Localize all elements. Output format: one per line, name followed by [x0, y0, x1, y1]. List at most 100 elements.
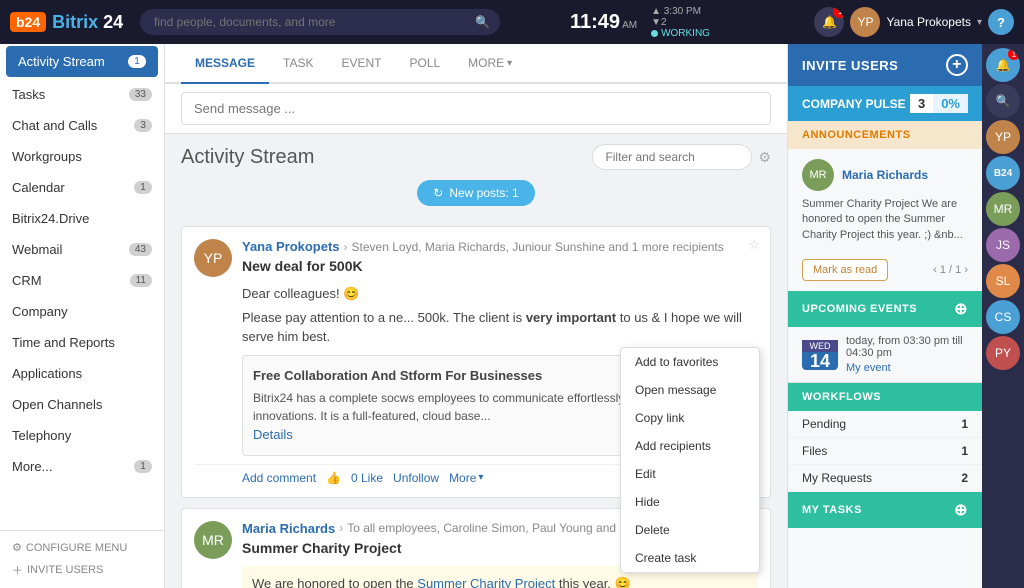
- sidebar-item-chat[interactable]: Chat and Calls 3: [0, 110, 164, 141]
- far-right-avatar-b24[interactable]: B24: [986, 156, 1020, 190]
- post-2-author[interactable]: Maria Richards: [242, 521, 335, 536]
- workflow-files-label: Files: [802, 444, 827, 458]
- far-right-search[interactable]: 🔍: [986, 84, 1020, 118]
- ctx-copy-link[interactable]: Copy link: [621, 404, 759, 432]
- event-item: WED 14 today, from 03:30 pm till 04:30 p…: [788, 327, 982, 383]
- help-button[interactable]: ?: [988, 9, 1014, 35]
- post-1: YP Yana Prokopets › Steven Loyd, Maria R…: [181, 226, 771, 498]
- far-right-avatar-2[interactable]: MR: [986, 192, 1020, 226]
- sidebar-item-channels[interactable]: Open Channels: [0, 389, 164, 420]
- message-input-area[interactable]: [165, 84, 787, 134]
- ctx-add-recipients[interactable]: Add recipients: [621, 432, 759, 460]
- far-right-avatar-5[interactable]: CS: [986, 300, 1020, 334]
- search-bar[interactable]: 🔍: [140, 9, 500, 35]
- add-comment-link[interactable]: Add comment: [242, 471, 316, 485]
- filter-gear-icon[interactable]: ⚙: [758, 149, 771, 166]
- tab-message[interactable]: MESSAGE: [181, 44, 269, 84]
- workflow-files: Files 1: [788, 438, 982, 465]
- sidebar-badge-crm: 11: [130, 274, 152, 287]
- post-1-header: YP Yana Prokopets › Steven Loyd, Maria R…: [194, 239, 758, 278]
- sidebar-item-telephony[interactable]: Telephony: [0, 420, 164, 451]
- ctx-delete[interactable]: Delete: [621, 516, 759, 544]
- new-posts-label: New posts: 1: [449, 186, 518, 200]
- sidebar-item-tasks[interactable]: Tasks 33: [0, 79, 164, 110]
- tab-event[interactable]: EVENT: [327, 44, 395, 84]
- mark-as-read-button[interactable]: Mark as read: [802, 259, 888, 281]
- message-input[interactable]: [181, 92, 771, 125]
- more-chevron-icon: ▾: [507, 58, 512, 69]
- like-button[interactable]: 0 Like: [351, 471, 383, 485]
- ctx-add-favorites[interactable]: Add to favorites: [621, 348, 759, 376]
- announcement-body: MR Maria Richards Summer Charity Project…: [788, 149, 982, 253]
- ctx-edit[interactable]: Edit: [621, 460, 759, 488]
- logo[interactable]: b24 Bitrix 24: [10, 12, 130, 33]
- logo-text: Bitrix 24: [52, 12, 123, 33]
- unfollow-button[interactable]: Unfollow: [393, 471, 439, 485]
- ctx-create-task[interactable]: Create task: [621, 544, 759, 572]
- invite-users-button[interactable]: INVITE USERS +: [788, 44, 982, 86]
- more-button[interactable]: More ▾: [449, 471, 483, 485]
- post-1-star-icon[interactable]: ☆: [748, 237, 760, 253]
- notification-bell[interactable]: 🔔 1: [814, 7, 844, 37]
- add-event-icon[interactable]: ⊕: [954, 299, 968, 319]
- tab-task[interactable]: TASK: [269, 44, 327, 84]
- activity-header: Activity Stream ⚙: [181, 144, 771, 170]
- sidebar-item-company[interactable]: Company: [0, 296, 164, 327]
- ctx-hide[interactable]: Hide: [621, 488, 759, 516]
- invite-label: INVITE USERS: [802, 58, 898, 73]
- status-dot: [651, 30, 658, 37]
- workflow-requests: My Requests 2: [788, 465, 982, 492]
- ann-text: Summer Charity Project We are honored to…: [802, 197, 968, 243]
- new-posts-banner[interactable]: ↻ New posts: 1: [417, 180, 534, 206]
- configure-menu-button[interactable]: ⚙ CONFIGURE MENU: [12, 537, 152, 558]
- far-right-avatar-3[interactable]: JS: [986, 228, 1020, 262]
- sidebar-bottom: ⚙ CONFIGURE MENU ＋ INVITE USERS: [0, 530, 164, 588]
- sidebar-item-more[interactable]: More... 1: [0, 451, 164, 482]
- post-1-author[interactable]: Yana Prokopets: [242, 239, 340, 254]
- tab-more[interactable]: MORE ▾: [454, 44, 526, 84]
- far-right-avatar-6[interactable]: PY: [986, 336, 1020, 370]
- ann-author[interactable]: Maria Richards: [842, 168, 928, 182]
- sidebar-label-more: More...: [12, 459, 52, 474]
- search-input[interactable]: [140, 9, 500, 35]
- sidebar-item-crm[interactable]: CRM 11: [0, 265, 164, 296]
- far-right-avatar-1[interactable]: YP: [986, 120, 1020, 154]
- sidebar-item-activity-stream[interactable]: Activity Stream 1: [6, 46, 158, 77]
- sidebar-item-calendar[interactable]: Calendar 1: [0, 172, 164, 203]
- sidebar-item-webmail[interactable]: Webmail 43: [0, 234, 164, 265]
- far-right-notifications[interactable]: 🔔 1: [986, 48, 1020, 82]
- filter-input[interactable]: [592, 144, 752, 170]
- sidebar-label-company: Company: [12, 304, 68, 319]
- pulse-label: COMPANY PULSE: [802, 97, 906, 111]
- sidebar-badge-more: 1: [134, 460, 152, 473]
- mark-read-area: Mark as read ‹ 1 / 1 ›: [788, 253, 982, 291]
- event-calendar: WED 14: [802, 340, 838, 370]
- ann-page-info: 1 / 1: [940, 264, 961, 276]
- charity-link[interactable]: Summer Charity Project: [417, 576, 555, 588]
- add-task-icon[interactable]: ⊕: [954, 500, 968, 520]
- invite-plus-icon: +: [946, 54, 968, 76]
- workflow-requests-label: My Requests: [802, 471, 872, 485]
- user-name: Yana Prokopets: [886, 15, 971, 29]
- ctx-open-message[interactable]: Open message: [621, 376, 759, 404]
- notif-icon[interactable]: 🔔 1: [814, 7, 844, 37]
- details-link[interactable]: Details: [253, 427, 293, 442]
- sidebar-label-calendar: Calendar: [12, 180, 65, 195]
- sidebar-item-applications[interactable]: Applications: [0, 358, 164, 389]
- sidebar-item-drive[interactable]: Bitrix24.Drive: [0, 203, 164, 234]
- sidebar: Activity Stream 1 Tasks 33 Chat and Call…: [0, 44, 165, 588]
- user-menu[interactable]: YP Yana Prokopets ▾: [850, 7, 982, 37]
- event-link[interactable]: My event: [846, 362, 891, 374]
- sidebar-item-workgroups[interactable]: Workgroups: [0, 141, 164, 172]
- right-panel: INVITE USERS + COMPANY PULSE 3 0% ANNOUN…: [787, 44, 982, 588]
- sidebar-invite-button[interactable]: ＋ INVITE USERS: [12, 558, 152, 582]
- sidebar-label-activity: Activity Stream: [18, 54, 105, 69]
- prev-ann-icon[interactable]: ‹: [933, 264, 937, 276]
- next-ann-icon[interactable]: ›: [964, 264, 968, 276]
- sidebar-item-time[interactable]: Time and Reports: [0, 327, 164, 358]
- far-right-avatar-4[interactable]: SL: [986, 264, 1020, 298]
- user-avatar: YP: [850, 7, 880, 37]
- user-chevron: ▾: [977, 17, 982, 28]
- tab-poll[interactable]: POLL: [395, 44, 454, 84]
- working-status: WORKING: [651, 28, 710, 39]
